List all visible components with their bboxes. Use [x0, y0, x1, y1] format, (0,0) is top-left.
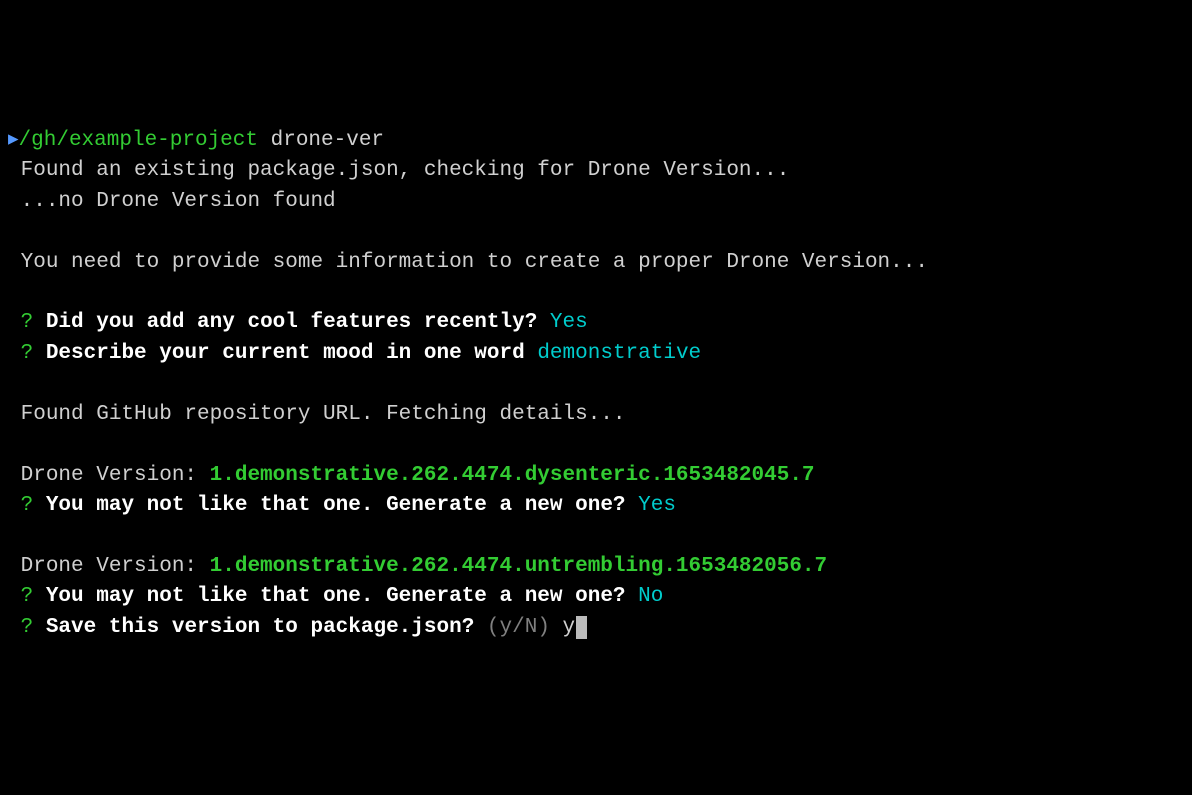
blank-line-4 [8, 430, 1184, 460]
question-save[interactable]: ? Save this version to package.json? (y/… [8, 613, 1184, 643]
version-label-2: Drone Version: [21, 555, 210, 578]
save-hint: (y/N) [487, 616, 550, 639]
question-regen1-text: You may not like that one. Generate a ne… [46, 494, 626, 517]
prompt-space [258, 129, 271, 152]
answer-features: Yes [550, 311, 588, 334]
question-regen2-text: You may not like that one. Generate a ne… [46, 585, 626, 608]
prompt-cwd: /gh/example-project [19, 129, 258, 152]
blank-line-3 [8, 369, 1184, 399]
save-input[interactable]: y [563, 616, 576, 639]
question-features: ? Did you add any cool features recently… [8, 308, 1184, 338]
question-mood: ? Describe your current mood in one word… [8, 339, 1184, 369]
answer-regen2: No [638, 585, 663, 608]
question-marker-icon: ? [21, 616, 34, 639]
version-line-1: Drone Version: 1.demonstrative.262.4474.… [8, 461, 1184, 491]
version-label-1: Drone Version: [21, 464, 210, 487]
question-features-text: Did you add any cool features recently? [46, 311, 537, 334]
question-marker-icon: ? [21, 494, 34, 517]
question-regen-1: ? You may not like that one. Generate a … [8, 491, 1184, 521]
answer-regen1: Yes [638, 494, 676, 517]
question-marker-icon: ? [21, 585, 34, 608]
output-found-repo: Found GitHub repository URL. Fetching de… [8, 400, 1184, 430]
version-value-1: 1.demonstrative.262.4474.dysenteric.1653… [210, 464, 815, 487]
version-value-2: 1.demonstrative.262.4474.untrembling.165… [210, 555, 828, 578]
prompt-caret-icon: ▸ [8, 129, 19, 152]
prompt-line[interactable]: ▸/gh/example-project drone-ver [8, 126, 1184, 156]
blank-line-5 [8, 521, 1184, 551]
question-save-text: Save this version to package.json? [46, 616, 474, 639]
output-need-info: You need to provide some information to … [8, 248, 1184, 278]
cursor-icon [576, 616, 587, 639]
blank-line-1 [8, 217, 1184, 247]
output-found-pkg: Found an existing package.json, checking… [8, 156, 1184, 186]
version-line-2: Drone Version: 1.demonstrative.262.4474.… [8, 552, 1184, 582]
question-mood-text: Describe your current mood in one word [46, 342, 525, 365]
answer-mood: demonstrative [537, 342, 701, 365]
output-no-version: ...no Drone Version found [8, 187, 1184, 217]
command-text: drone-ver [271, 129, 384, 152]
question-marker-icon: ? [21, 311, 34, 334]
blank-line-2 [8, 278, 1184, 308]
question-marker-icon: ? [21, 342, 34, 365]
